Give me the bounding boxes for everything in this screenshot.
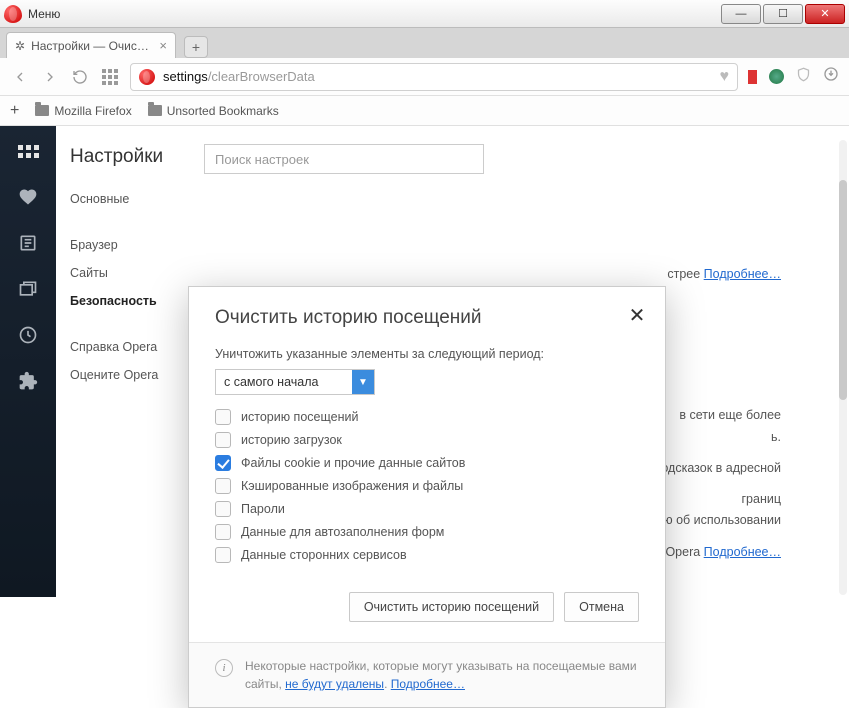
bookmark-folder-firefox[interactable]: Mozilla Firefox [35, 104, 131, 118]
minimize-button[interactable]: — [721, 4, 761, 24]
tab-title: Настройки — Очистить и… [31, 39, 153, 53]
modal-overlay: ✕ Очистить историю посещений Уничтожить … [0, 126, 849, 597]
window-titlebar: Меню — ☐ ✕ [0, 0, 849, 28]
checkbox-label: историю загрузок [241, 433, 342, 447]
checkbox-6[interactable] [215, 547, 231, 563]
add-bookmark-button[interactable]: + [10, 102, 19, 120]
check-row: Данные сторонних сервисов [215, 547, 639, 563]
adblock-icon[interactable] [748, 70, 757, 84]
dialog-title: Очистить историю посещений [215, 307, 639, 329]
opera-logo-icon [4, 5, 22, 23]
chevron-down-icon: ▼ [352, 370, 374, 394]
learn-more-link[interactable]: Подробнее… [391, 677, 465, 691]
reload-button[interactable] [70, 67, 90, 87]
new-tab-button[interactable]: + [184, 36, 208, 58]
shield-icon[interactable] [796, 66, 811, 88]
checkbox-5[interactable] [215, 524, 231, 540]
tab-settings[interactable]: ✲ Настройки — Очистить и… × [6, 32, 176, 58]
navigation-bar: settings/clearBrowserData ♥ [0, 58, 849, 96]
folder-icon [148, 105, 162, 116]
clear-data-dialog: ✕ Очистить историю посещений Уничтожить … [188, 286, 666, 708]
dialog-close-button[interactable]: ✕ [625, 303, 649, 327]
check-row: Кэшированные изображения и файлы [215, 478, 639, 494]
vpn-globe-icon[interactable] [769, 69, 784, 84]
close-tab-icon[interactable]: × [159, 38, 167, 53]
checkbox-0[interactable] [215, 409, 231, 425]
forward-button[interactable] [40, 67, 60, 87]
check-row: историю загрузок [215, 432, 639, 448]
checkbox-label: Файлы cookie и прочие данные сайтов [241, 456, 465, 470]
maximize-button[interactable]: ☐ [763, 4, 803, 24]
checkbox-label: историю посещений [241, 410, 358, 424]
main-area: Настройки Основные Браузер Сайты Безопас… [0, 126, 849, 597]
checkbox-1[interactable] [215, 432, 231, 448]
check-row: Пароли [215, 501, 639, 517]
dialog-subtitle: Уничтожить указанные элементы за следующ… [215, 347, 639, 361]
checkbox-label: Пароли [241, 502, 285, 516]
check-row: Файлы cookie и прочие данные сайтов [215, 455, 639, 471]
url-opera-icon [139, 69, 155, 85]
speed-dial-button[interactable] [100, 67, 120, 87]
url-text: settings/clearBrowserData [163, 69, 315, 84]
close-window-button[interactable]: ✕ [805, 4, 845, 24]
menu-button[interactable]: Меню [28, 7, 60, 21]
checkbox-2[interactable] [215, 455, 231, 471]
tab-strip: ✲ Настройки — Очистить и… × + [0, 28, 849, 58]
checkbox-3[interactable] [215, 478, 231, 494]
checkbox-4[interactable] [215, 501, 231, 517]
check-row: историю посещений [215, 409, 639, 425]
bookmark-folder-unsorted[interactable]: Unsorted Bookmarks [148, 104, 279, 118]
dialog-footer-text: Некоторые настройки, которые могут указы… [245, 657, 639, 693]
check-row: Данные для автозаполнения форм [215, 524, 639, 540]
bookmark-heart-icon[interactable]: ♥ [720, 68, 730, 86]
checkbox-label: Кэшированные изображения и файлы [241, 479, 463, 493]
not-deleted-link[interactable]: не будут удалены [285, 677, 384, 691]
folder-icon [35, 105, 49, 116]
checkbox-label: Данные для автозаполнения форм [241, 525, 444, 539]
gear-icon: ✲ [15, 39, 25, 53]
checkbox-label: Данные сторонних сервисов [241, 548, 407, 562]
download-icon[interactable] [823, 66, 839, 87]
address-bar[interactable]: settings/clearBrowserData ♥ [130, 63, 738, 91]
time-range-select[interactable]: с самого начала ▼ [215, 369, 375, 395]
bookmarks-bar: + Mozilla Firefox Unsorted Bookmarks [0, 96, 849, 126]
back-button[interactable] [10, 67, 30, 87]
info-icon: i [215, 659, 233, 677]
